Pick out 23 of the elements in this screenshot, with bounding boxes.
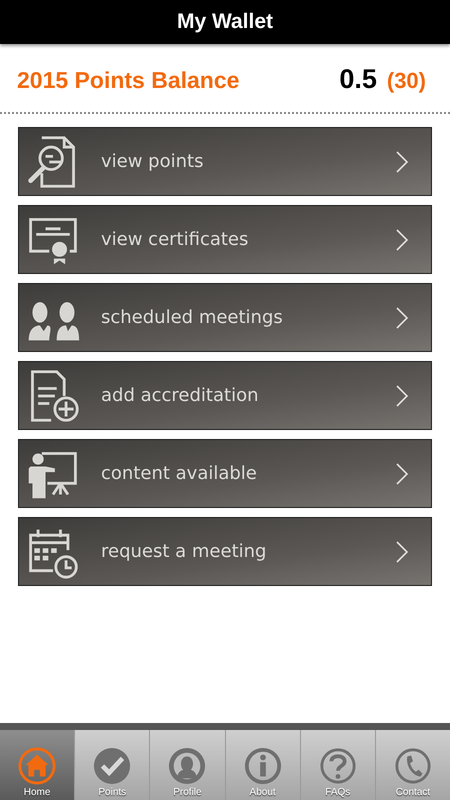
menu-item[interactable]: view certificates <box>18 205 432 274</box>
chevron-right-icon <box>395 462 409 486</box>
chevron-right-icon <box>395 150 409 174</box>
menu-item[interactable]: add accreditation <box>18 361 432 430</box>
window-title: My Wallet <box>176 10 274 34</box>
info-icon <box>244 747 282 785</box>
balance-value: 0.5 <box>339 64 377 95</box>
phone-icon <box>394 747 432 785</box>
menu-item[interactable]: content available <box>18 439 432 508</box>
chevron-right-icon <box>395 306 409 330</box>
checkmark-icon <box>93 747 132 785</box>
balance-label: 2015 Points Balance <box>17 67 240 94</box>
balance-target: (30) <box>386 68 426 94</box>
help-icon <box>318 747 357 785</box>
chevron-right-icon <box>395 228 409 252</box>
menu-item[interactable]: scheduled meetings <box>18 283 432 352</box>
tab[interactable]: Home <box>0 730 74 800</box>
menu-item[interactable]: request a meeting <box>18 517 432 586</box>
home-icon <box>18 747 56 785</box>
chevron-right-icon <box>395 384 409 408</box>
menu-item[interactable]: view points <box>18 127 432 196</box>
chevron-right-icon <box>395 540 409 564</box>
profile-icon <box>168 747 206 785</box>
